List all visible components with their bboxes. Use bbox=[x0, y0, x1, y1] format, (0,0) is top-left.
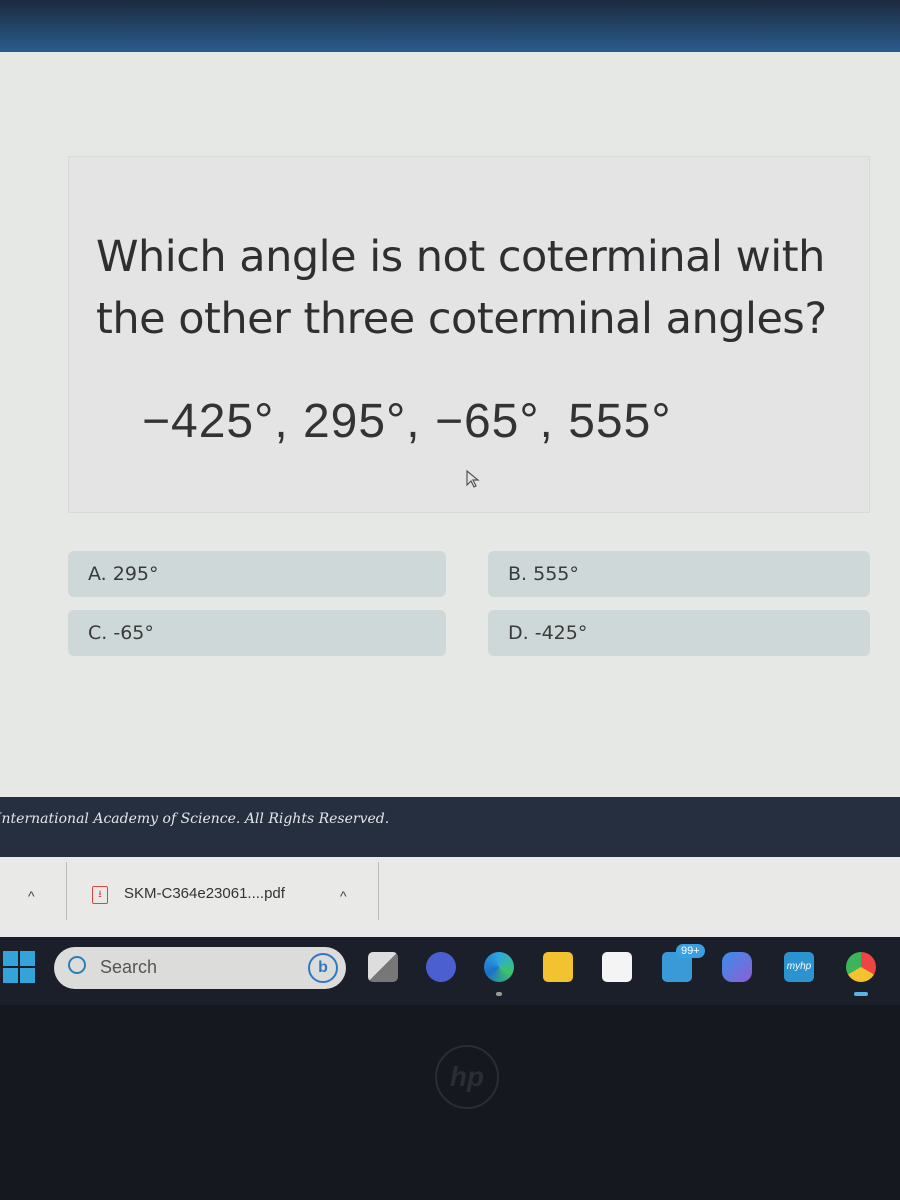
choice-d-button[interactable]: D. -425° bbox=[488, 610, 870, 656]
copyright-text: International Academy of Science. All Ri… bbox=[0, 811, 390, 827]
store-icon[interactable] bbox=[602, 952, 632, 982]
download-file-name[interactable]: SKM-C364e23061....pdf bbox=[124, 885, 285, 902]
teams-meet-icon[interactable] bbox=[426, 952, 456, 982]
start-icon[interactable] bbox=[3, 951, 35, 983]
angle-list: −425°, 295°, −65°, 555° bbox=[142, 395, 672, 448]
mail-badge: 99+ bbox=[676, 944, 705, 958]
bing-icon[interactable]: b bbox=[308, 953, 338, 983]
divider bbox=[66, 862, 67, 920]
search-label: Search bbox=[100, 957, 158, 977]
running-indicator bbox=[496, 992, 502, 996]
download-options-chevron-icon[interactable]: ^ bbox=[340, 888, 347, 904]
chrome-icon[interactable] bbox=[846, 952, 876, 982]
browser-top-bar bbox=[0, 0, 900, 52]
choice-b-button[interactable]: B. 555° bbox=[488, 551, 870, 597]
choice-a-button[interactable]: A. 295° bbox=[68, 551, 446, 597]
choice-c-button[interactable]: C. -65° bbox=[68, 610, 446, 656]
active-indicator bbox=[854, 992, 868, 996]
pdf-file-icon: ⭳ bbox=[92, 886, 108, 904]
divider bbox=[378, 862, 379, 920]
myhp-icon[interactable]: myhp bbox=[784, 952, 814, 982]
taskbar-search-box[interactable]: Search b bbox=[54, 947, 346, 989]
edge-icon[interactable] bbox=[484, 952, 514, 982]
page-footer: International Academy of Science. All Ri… bbox=[0, 797, 900, 857]
hp-logo: hp bbox=[435, 1045, 499, 1109]
copilot-icon[interactable] bbox=[722, 952, 752, 982]
mouse-cursor-icon bbox=[466, 470, 480, 488]
question-text: Which angle is not coterminal with the o… bbox=[96, 232, 827, 344]
file-explorer-icon[interactable] bbox=[543, 952, 573, 982]
task-view-icon[interactable] bbox=[368, 952, 398, 982]
search-icon bbox=[68, 956, 86, 974]
download-bar-expand-icon[interactable]: ^ bbox=[28, 888, 35, 904]
